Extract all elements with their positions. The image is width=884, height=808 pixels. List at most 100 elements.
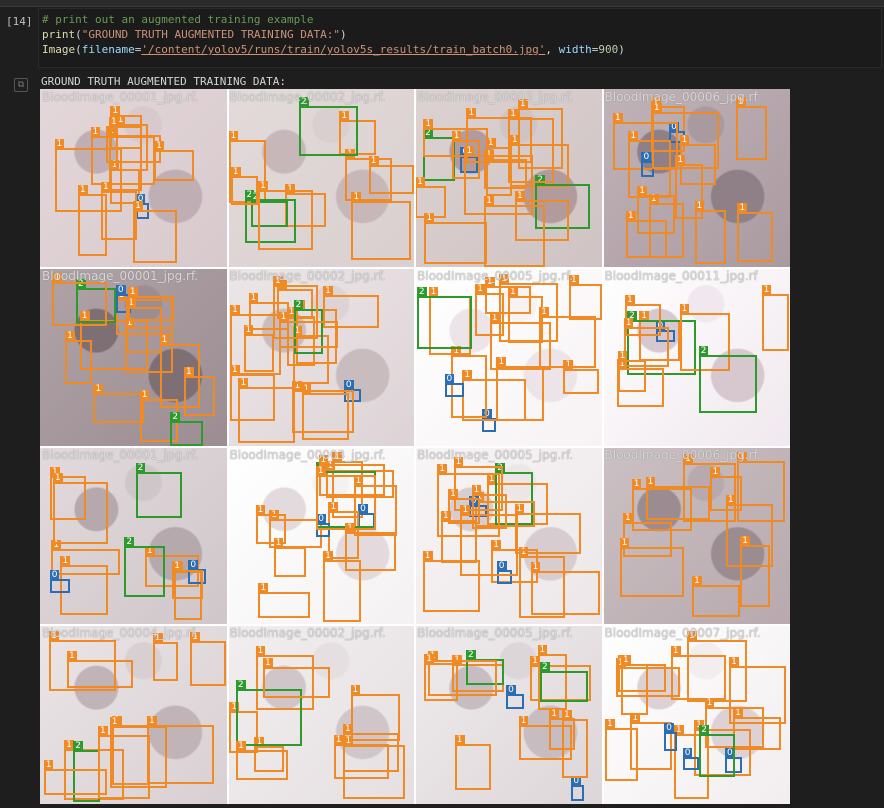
code-path-string[interactable]: '/content/yolov5/runs/train/yolov5s_resu… — [141, 43, 545, 56]
class-tag: 1 — [77, 184, 88, 195]
class-tag: 1 — [229, 365, 240, 376]
rbc-bbox: 1 — [93, 384, 144, 424]
class-tag: 1 — [740, 536, 750, 547]
class-tag: 1 — [484, 196, 494, 207]
class-tag: 1 — [424, 212, 435, 223]
class-tag: 1 — [539, 306, 549, 317]
rbc-bbox: 1 — [315, 466, 376, 530]
platelet-bbox: 0 — [49, 569, 70, 593]
tile-filename-label: BloodImage_00007_jpg.rf. — [604, 626, 761, 641]
class-tag: 1 — [273, 537, 284, 548]
rbc-bbox: 1 — [66, 651, 133, 689]
class-tag: 1 — [625, 295, 635, 306]
class-tag: 0 — [115, 285, 126, 296]
class-tag: 2 — [235, 680, 246, 691]
rbc-bbox: 1 — [345, 523, 397, 571]
platelet-bbox: 0 — [506, 685, 525, 710]
rbc-bbox: 1 — [508, 109, 555, 184]
batch-tile: 110111110211111BloodImage_00003_jpg.rf. — [227, 446, 415, 626]
notebook-top-bar — [0, 0, 884, 7]
rbc-bbox: 1 — [687, 630, 748, 702]
class-tag: 1 — [93, 384, 104, 395]
wbc-bbox: 2 — [298, 96, 358, 157]
class-tag: 2 — [135, 462, 146, 473]
code-line-3: Image(filename='/content/yolov5/runs/tra… — [42, 43, 625, 56]
batch-tile: 1 1 1 1 1 1 1 1 1 1 BloodImage_00006_jpg.rf. — [602, 446, 790, 626]
rbc-bbox: 1 — [761, 285, 789, 351]
class-tag: 1 — [625, 210, 636, 221]
tile-divider — [40, 266, 790, 269]
class-tag: 0 — [444, 374, 455, 385]
tile-filename-label: BloodImage_00002_jpg.rf. — [229, 268, 386, 283]
batch-tile: 1 1 1 2 1 1 1 2 2 1 1 BloodImage_00002_jpg.rf. — [227, 89, 415, 268]
class-tag: 1 — [333, 734, 344, 745]
rbc-bbox: 1 — [351, 191, 411, 261]
class-tag: 1 — [228, 130, 239, 141]
cell-output: ⧉ GROUND TRUTH AUGMENTED TRAINING DATA: … — [0, 69, 884, 808]
class-tag: 1 — [255, 505, 266, 516]
class-tag: 1 — [694, 200, 705, 211]
class-tag: 1 — [236, 741, 246, 752]
class-tag: 2 — [540, 662, 550, 673]
rbc-bbox: 1 — [52, 473, 108, 545]
class-tag: 0 — [682, 747, 693, 758]
code-editor[interactable]: # print out an augmented training exampl… — [38, 8, 882, 68]
rbc-bbox: 1 — [424, 212, 487, 265]
class-tag: 1 — [52, 473, 63, 484]
wbc-bbox: 2 — [699, 724, 736, 777]
rbc-bbox: 1 — [190, 632, 226, 687]
platelet-bbox: 0 — [682, 747, 699, 770]
rbc-bbox: 1 — [530, 561, 601, 616]
class-tag: 1 — [350, 685, 361, 696]
class-tag: 1 — [496, 357, 507, 368]
class-tag: 1 — [422, 551, 433, 562]
tile-filename-label: BloodImage_00002_jpg.rf. — [229, 626, 386, 641]
rbc-bbox: 1 — [549, 709, 575, 751]
class-tag: 1 — [761, 285, 772, 296]
rbc-bbox: 1 — [333, 734, 390, 780]
tile-filename-label: BloodImage_00001_jpg.rf. — [42, 90, 199, 104]
code-cell[interactable]: [14] # print out an augmented training e… — [0, 7, 884, 69]
class-tag: 1 — [255, 646, 266, 657]
class-tag: 1 — [737, 202, 748, 213]
class-tag: 1 — [617, 351, 628, 362]
batch-tile: 11111112111BloodImage_00004_jpg.rf. — [40, 625, 228, 804]
class-tag: 0 — [641, 152, 652, 163]
class-tag: 1 — [692, 575, 702, 586]
batch-tile: 1 0 2 1 2 1 1 1 1 1 BloodImage_00011_jpg.rf — [602, 267, 790, 447]
class-tag: 0 — [343, 379, 354, 390]
rbc-bbox: 1 — [368, 156, 414, 194]
class-tag: 1 — [424, 653, 435, 664]
class-tag: 1 — [530, 561, 541, 572]
rbc-bbox: 1 — [51, 540, 121, 575]
batch-tile: 1111111110012011BloodImage_00007_jpg.rf. — [602, 625, 790, 804]
class-tag: 1 — [230, 167, 241, 178]
class-tag: 1 — [464, 145, 475, 156]
code-line-2: print("GROUND TRUTH AUGMENTED TRAINING D… — [42, 28, 347, 41]
rbc-bbox: 1 — [172, 560, 204, 600]
rbc-bbox: 1 — [617, 351, 646, 392]
tile-divider — [40, 445, 790, 448]
class-tag: 1 — [475, 283, 485, 294]
class-tag: 1 — [139, 390, 150, 401]
class-tag: 1 — [368, 156, 379, 167]
tile-filename-label: BloodImage_00002_jpg.rf. — [229, 90, 386, 104]
batch-tile: 1 1 1 1 1 0 1 1 1 1 1 1 BloodImage_00001_jpg.rf. — [40, 89, 228, 268]
rbc-bbox: 1 — [454, 735, 491, 790]
rbc-bbox: 1 — [154, 140, 194, 182]
class-tag: 1 — [530, 655, 540, 666]
batch-tile: 0 1 1 1 1 1 1 1 1 1 1 1 2 1 0 BloodImage_00005_jpg.rf. — [415, 267, 603, 447]
batch-tile: 1 0 1 1 1 1 1 0 1 1 1 1 1 1 BloodImage_00006_jpg.rf — [602, 89, 790, 268]
class-tag: 1 — [471, 484, 482, 495]
output-menu-icon[interactable]: ⧉ — [14, 78, 28, 92]
rbc-bbox: 1 — [263, 657, 331, 698]
rbc-bbox: 1 — [110, 105, 142, 149]
rbc-bbox: 1 — [631, 478, 693, 532]
class-tag: 1 — [101, 181, 111, 192]
class-tag: 2 — [73, 740, 84, 751]
tile-filename-label: BloodImage_00006_jpg.rf — [604, 90, 758, 104]
rbc-bbox: 1 — [514, 191, 570, 241]
rbc-bbox: 1 — [539, 306, 596, 369]
rbc-bbox: 1 — [563, 359, 600, 394]
batch-tile: 11112010112BloodImage_00001_jpg.rf. — [40, 446, 228, 626]
